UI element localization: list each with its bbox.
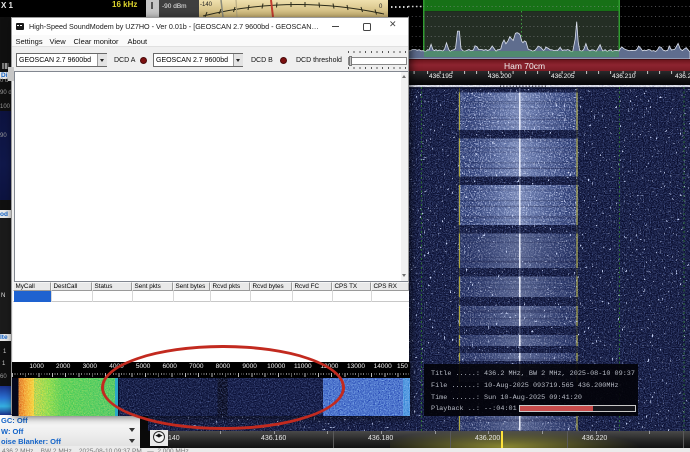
- svg-text:-140: -140: [200, 2, 213, 8]
